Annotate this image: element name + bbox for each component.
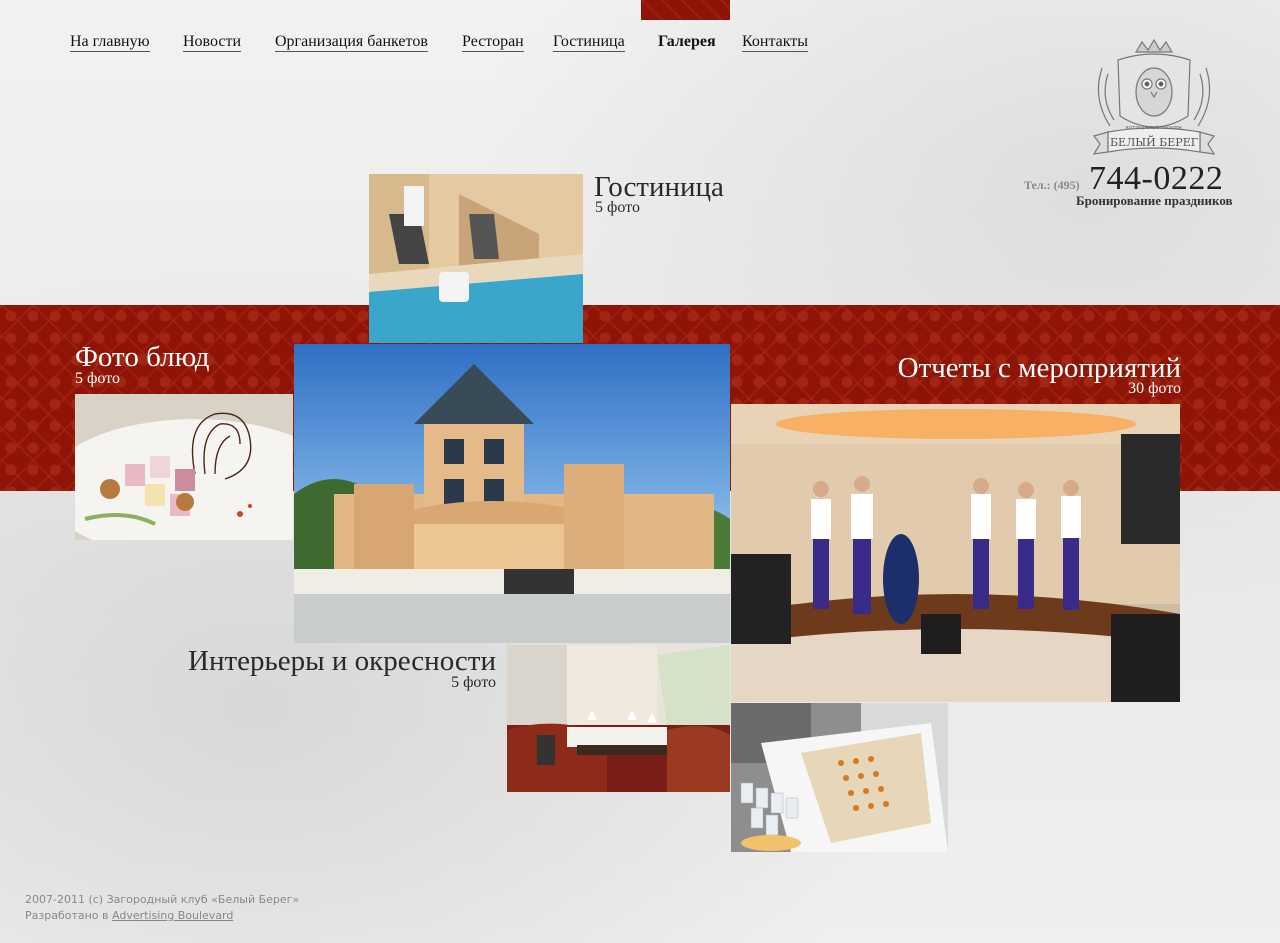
phone-prefix: Тел.: (495)	[1024, 178, 1080, 192]
copyright-text: 2007-2011 (c) Загородный клуб «Белый Бер…	[25, 893, 300, 906]
dishes-album-title[interactable]: Фото блюд	[75, 342, 210, 372]
hotel-album-title[interactable]: Гостиница	[594, 172, 724, 202]
booking-caption: Бронирование праздников	[1076, 193, 1233, 208]
events-album-title[interactable]: Отчеты с мероприятий	[860, 353, 1181, 383]
nav-news[interactable]: Новости	[183, 33, 242, 52]
nav-restaurant[interactable]: Ресторан	[462, 33, 524, 52]
developer-prefix: Разработано в	[25, 909, 109, 922]
nav-contacts[interactable]: Контакты	[742, 33, 809, 52]
dishes-album-count: 5 фото	[75, 370, 120, 387]
active-tab-marker	[641, 0, 730, 20]
svg-text:БЕЛЫЙ БЕРЕГ: БЕЛЫЙ БЕРЕГ	[1110, 135, 1198, 149]
dishes-album-photo[interactable]	[75, 394, 293, 540]
hotel-album-count: 5 фото	[595, 199, 640, 216]
nav-home[interactable]: На главную	[70, 33, 150, 52]
banquet-table-photo[interactable]	[731, 703, 948, 852]
footer: 2007-2011 (c) Загородный клуб «Белый Бер…	[25, 892, 299, 924]
svg-text:коттеджный поселок: коттеджный поселок	[1126, 124, 1182, 131]
events-album-count: 30 фото	[1128, 380, 1181, 397]
developer-credit: Разработано в Advertising Boulevard	[25, 908, 299, 924]
restaurant-building-photo[interactable]	[294, 344, 730, 643]
interiors-album-photo[interactable]	[507, 645, 730, 792]
owl-crest-logo[interactable]: коттеджный поселок БЕЛЫЙ БЕРЕГ	[1088, 38, 1220, 160]
nav-gallery[interactable]: Галерея	[658, 33, 716, 51]
nav-hotel[interactable]: Гостиница	[553, 33, 625, 52]
interiors-album-count: 5 фото	[451, 674, 496, 691]
interiors-album-title[interactable]: Интерьеры и окресности	[160, 646, 496, 676]
developer-link[interactable]: Advertising Boulevard	[112, 909, 233, 922]
hotel-album-photo[interactable]	[369, 174, 583, 343]
events-album-photo[interactable]	[731, 404, 1180, 702]
nav-banquets[interactable]: Организация банкетов	[275, 33, 428, 52]
